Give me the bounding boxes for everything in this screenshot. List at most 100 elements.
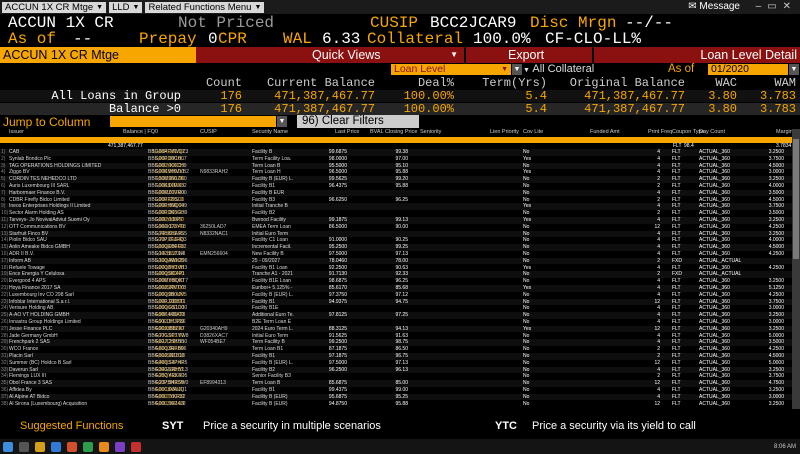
table-row[interactable]: 33) Daverun Sarl 4,343,228.52 BBG00GNRHYL3 F… xyxy=(0,366,792,374)
table-row[interactable]: 4) Ziggo BV 8,000,000.00 BBG00KMHMVB2 N9833R… xyxy=(0,169,792,176)
function-desc-ytc[interactable]: Price a security via its yield to call xyxy=(532,420,696,432)
table-row[interactable]: 12) OTT Communications BV 5,962,178.49 BBG0… xyxy=(0,223,792,231)
table-cell: 86.5000 xyxy=(328,223,347,230)
table-row[interactable]: 29) Frenchpark 2 SAS 4,627,352.55 BBG00JCHH… xyxy=(0,339,792,346)
app-icon[interactable] xyxy=(115,441,125,452)
close-icon[interactable]: ✕ xyxy=(783,1,797,12)
table-cell: ACTUAL_360 xyxy=(699,183,730,189)
table-row[interactable]: 35) Obol France 3 SAS 4,237,349.58 BBG00PBH… xyxy=(0,380,792,387)
table-row[interactable]: 3) TAG OPERATIONS HOLDINGS LIMITED 8,000,0… xyxy=(0,162,792,170)
grid-header[interactable]: BVAL Closing Price xyxy=(370,129,417,135)
loan-level-detail-tab[interactable]: Loan Level Detail xyxy=(594,47,800,63)
table-row[interactable]: 2) Synlab Bondco Plc 8,000,000.00 BBG00PD8C… xyxy=(0,155,792,163)
window-controls[interactable]: –▭✕ xyxy=(756,1,797,12)
related-functions-button[interactable]: Related Functions Menu ▼ xyxy=(145,1,265,13)
collateral-select[interactable]: ▼ All Collateral xyxy=(523,63,594,75)
table-row[interactable]: 32) Summer (BC) Holdco B Sarl 4,468,547.47… xyxy=(0,359,792,367)
table-row[interactable]: 8) CDBR Firefly Bidco Limited 6,000,000.00… xyxy=(0,196,792,204)
table-row[interactable]: 5) CORDIN TES NEHEDCO LTD 7,500,000.00 BBG0… xyxy=(0,176,792,183)
minimize-icon[interactable]: – xyxy=(756,1,768,12)
folder-icon[interactable] xyxy=(35,441,45,452)
table-cell: 4.0000 xyxy=(768,237,784,244)
table-row[interactable]: 36) Affidea By 4,000,000.00 BBG00C8VAUQ1 Fac… xyxy=(0,387,792,394)
grid-header[interactable]: Balance | FQ0 xyxy=(123,129,158,135)
table-row[interactable]: 14) Piolin Bidco SAU 5,707,216.48 BBG00PXFJ… xyxy=(0,237,792,244)
office-icon[interactable] xyxy=(67,441,77,452)
table-cell: BBG00QS2PHR5 xyxy=(148,359,188,366)
view-select-dropdown[interactable]: ▼ xyxy=(512,64,522,75)
asof-date-input[interactable]: 01/2020 xyxy=(708,64,788,75)
view-select[interactable]: Loan Level ▼ xyxy=(391,64,511,75)
table-row[interactable]: 37) Al Alpine AT Bidco 4,000,000.00 BBG00LT… xyxy=(0,393,792,401)
table-row[interactable]: 7) Harbormaer Finance B.V. 7,000,000.00 BBG… xyxy=(0,189,792,197)
grid-header[interactable]: Issuer xyxy=(9,129,24,135)
suggested-functions-label[interactable]: Suggested Functions xyxy=(20,420,123,432)
table-row[interactable]: 16) ADR II B.V. 5,142,857.14 BBG00LBLZ0N8 EM… xyxy=(0,251,792,258)
jump-dropdown[interactable]: ▼ xyxy=(277,116,287,127)
grid-header[interactable]: Cov Lite xyxy=(523,129,543,135)
grid-header[interactable]: Lien Priority xyxy=(490,129,519,135)
table-row[interactable]: 38) Al Sirona (Luxembourg) Acquisition 4,0… xyxy=(0,400,792,408)
table-cell: 4 xyxy=(657,339,660,346)
table-row[interactable]: 15) Anlin Ameake Bidco GMBH 5,500,000.00 BB… xyxy=(0,244,792,251)
function-code-syt[interactable]: SYT xyxy=(162,420,183,432)
clear-filters-button[interactable]: 96) Clear Filters xyxy=(297,115,419,128)
jump-to-column-input[interactable] xyxy=(110,116,276,127)
table-row[interactable]: 9) Ineos Enterprises Holdings II Limited 6… xyxy=(0,203,792,210)
security-ticker-box[interactable]: ACCUN 1X CR Mtge ▼ xyxy=(2,1,107,13)
grid-header[interactable]: CUSIP xyxy=(200,129,217,135)
app-icon[interactable] xyxy=(131,441,141,452)
grid-header[interactable]: Day Count xyxy=(699,129,725,135)
table-row[interactable]: 10) Sector Alarm Holding AS 6,000,000.00 BB… xyxy=(0,210,792,217)
table-cell: No xyxy=(523,257,530,264)
start-icon[interactable] xyxy=(3,441,13,452)
table-row[interactable]: 1) CAB 10,664,181.00 BBG00PFVWQZ3 Facility B… xyxy=(0,149,792,156)
table-cell: 4.7500 xyxy=(768,380,784,387)
grid-header[interactable]: Funded Amt xyxy=(590,129,620,135)
table-row[interactable]: 23) Infoblar International S.a r.l. 5,000,… xyxy=(0,298,792,306)
grid-header[interactable]: Margin xyxy=(776,129,793,135)
table-row[interactable]: 18) Refuele Towage 5,000,000.00 BBG00QBY3VH… xyxy=(0,264,792,272)
maximize-icon[interactable]: ▭ xyxy=(767,1,782,12)
table-cell: ACTUAL_360 xyxy=(699,203,730,210)
grid-header[interactable]: Print Freq xyxy=(648,129,672,135)
message-button[interactable]: ✉ Message xyxy=(688,1,740,12)
scrollbar-thumb[interactable] xyxy=(793,139,799,259)
table-row[interactable]: 25) A-AO VT HOLDING GMBH 4,987,500.00 BBG00… xyxy=(0,312,792,319)
table-row[interactable]: 17) Inform AB 5,100,000.00 BBG00QAWK296 25 -… xyxy=(0,257,792,265)
table-row[interactable]: 34) Flemings LUX III 4,282,413.49 BBG00QYRK… xyxy=(0,373,792,380)
table-row[interactable]: 22) Luxembourg Inv CO 298 Sarl 5,000,000.0… xyxy=(0,291,792,299)
table-row[interactable]: 11) Tarveys- Jo NovivaiAdviut Suomi Oy 6,0… xyxy=(0,217,792,224)
table-row[interactable]: 28) Jade Germany GmbH 4,770,013.00 BBG00GSP… xyxy=(0,332,792,340)
table-row[interactable]: 20) Evergood 4 APS 5,000,000.00 BBG00MYBQKT… xyxy=(0,278,792,285)
table-cell: ACTUAL_360 xyxy=(699,196,730,203)
excel-icon[interactable] xyxy=(83,441,93,452)
grid-header[interactable]: Last Price xyxy=(335,129,359,135)
table-row[interactable]: 31) Placin Sarl 4,500,000.00 BBG00JSB1B18 Fa… xyxy=(0,353,792,360)
grid-header[interactable]: Security Name xyxy=(252,129,288,135)
table-cell: 97.3750 xyxy=(328,291,347,298)
table-row[interactable]: 13) Starfruit Finco BV 5,741,561.45 BBG00HK… xyxy=(0,230,792,238)
browser-icon[interactable] xyxy=(51,441,61,452)
function-box[interactable]: LLD ▼ xyxy=(109,1,143,13)
chevron-down-icon: ▼ xyxy=(132,3,140,11)
table-row[interactable]: 19) Ence Energia Y Celulosa 5,000,000.00 BB… xyxy=(0,271,792,278)
grid-header[interactable]: Seniority xyxy=(420,129,441,135)
export-menu[interactable]: Export xyxy=(466,47,592,63)
table-row[interactable]: 30) WCO France 4,600,000.00 BBG00Q3RFB96 Ter… xyxy=(0,346,792,353)
function-desc-syt[interactable]: Price a security in multiple scenarios xyxy=(203,420,381,432)
table-row[interactable]: 21) Hoya Finance 2017 SA 5,000,000.00 BBG00… xyxy=(0,285,792,292)
function-code-ytc[interactable]: YTC xyxy=(495,420,517,432)
table-cell: BBG00PF2ISL1 xyxy=(148,196,184,203)
table-row[interactable]: 6) Auris Luxembourg III SARL 7,000,000.00 B… xyxy=(0,183,792,190)
table-row[interactable]: 24) Verisure Holding AB 5,000,000.00 BBG00Q… xyxy=(0,305,792,312)
table-row[interactable]: 26) Innastra Group Holdings Limited 4,912,… xyxy=(0,319,792,326)
terminal-icon[interactable] xyxy=(99,441,109,452)
table-row[interactable]: 27) Jesse Finance PLC 4,909,898.80 BBG00J3B… xyxy=(0,325,792,333)
vertical-scrollbar[interactable] xyxy=(792,129,800,409)
asof-date-dropdown[interactable]: ▼ xyxy=(789,64,799,75)
table-cell: BBG00QAWK296 xyxy=(148,257,188,264)
table-cell: 96.25 xyxy=(395,196,408,203)
quick-views-menu[interactable]: Quick Views ▼ xyxy=(196,47,464,63)
search-icon[interactable] xyxy=(19,441,29,452)
